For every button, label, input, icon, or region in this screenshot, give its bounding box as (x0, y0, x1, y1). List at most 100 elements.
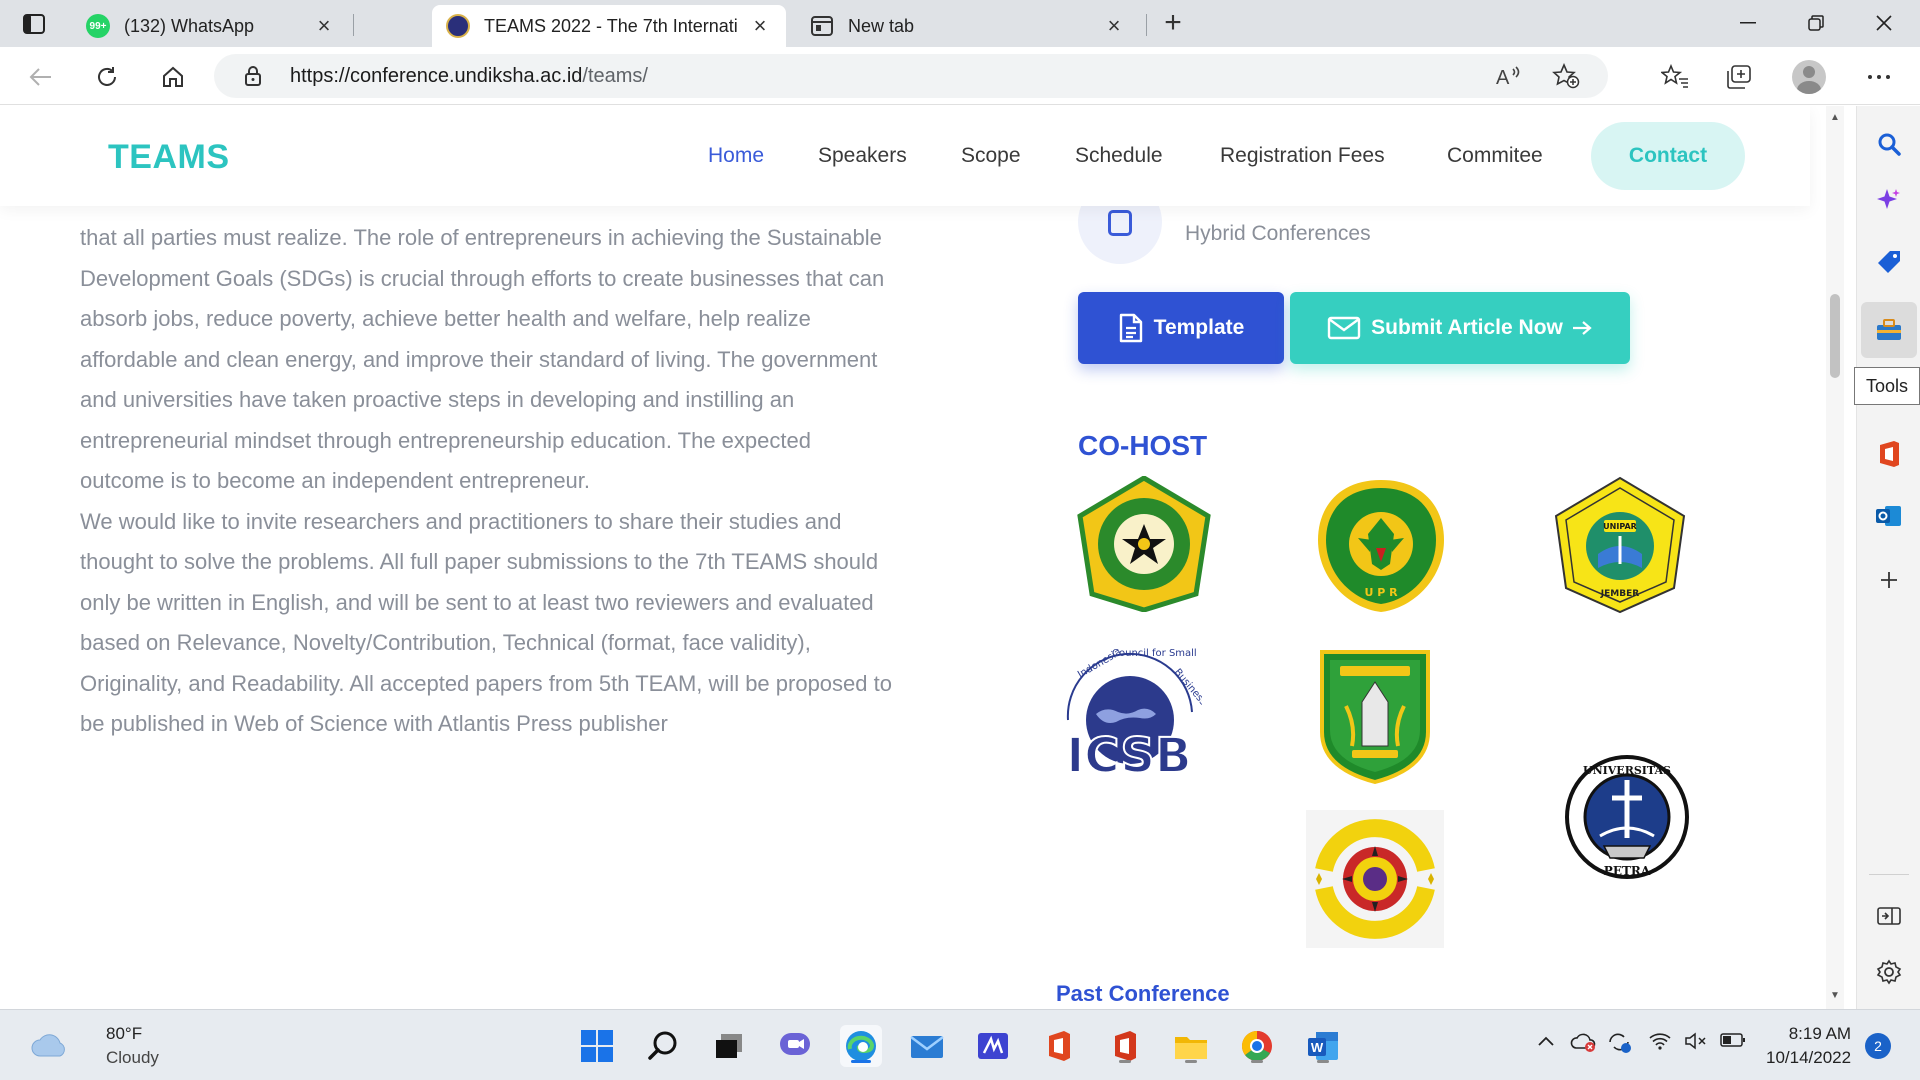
tab-teams[interactable]: TEAMS 2022 - The 7th International × (432, 5, 786, 47)
add-icon[interactable] (1871, 562, 1907, 598)
lock-icon[interactable] (244, 65, 262, 92)
new-tab-button[interactable]: + (1158, 8, 1188, 38)
chrome-icon[interactable] (1236, 1025, 1278, 1067)
onedrive-error-icon[interactable] (1570, 1030, 1598, 1059)
address-toolbar: https://conference.undiksha.ac.id/teams/… (0, 47, 1920, 105)
tab-title: TEAMS 2022 - The 7th International (484, 15, 738, 36)
past-conference-title: Past Conference (1056, 981, 1230, 1006)
running-indicator (1185, 1060, 1197, 1063)
svg-text:Business: Business (1172, 667, 1202, 708)
svg-text:UNIVERSITAS: UNIVERSITAS (1583, 764, 1671, 777)
add-favorite-icon[interactable] (1552, 62, 1580, 94)
running-indicator (1119, 1060, 1131, 1063)
undiksha-icon (446, 14, 470, 38)
url-bar[interactable]: https://conference.undiksha.ac.id/teams/… (214, 54, 1608, 98)
scrollbar-thumb[interactable] (1830, 294, 1840, 378)
template-label: Template (1153, 316, 1245, 339)
taskbar-search-icon[interactable] (642, 1025, 684, 1067)
home-icon[interactable] (156, 60, 190, 94)
mail-app-icon[interactable] (906, 1025, 948, 1067)
restore-icon[interactable] (1796, 8, 1836, 38)
svg-text:PETRA: PETRA (1604, 864, 1651, 878)
minimize-icon[interactable] (1728, 8, 1768, 38)
office-icon[interactable] (1871, 436, 1907, 472)
nav-home[interactable]: Home (708, 144, 764, 168)
tools-icon[interactable] (1871, 312, 1907, 348)
svg-text:Council for Small: Council for Small (1112, 648, 1197, 659)
sync-icon[interactable] (1606, 1030, 1632, 1059)
profile-avatar[interactable] (1792, 60, 1826, 94)
universitas-palangka-raya-logo: U P R (1314, 478, 1448, 614)
more-options-icon[interactable] (1862, 60, 1896, 94)
nav-registration-fees[interactable]: Registration Fees (1220, 144, 1385, 168)
feature-label: Hybrid Conferences (1185, 222, 1371, 245)
edge-icon[interactable] (840, 1025, 882, 1067)
tab-title: New tab (848, 15, 915, 36)
universitas-kristen-petra-logo: UNIVERSITAS PETRA (1564, 754, 1690, 880)
start-icon[interactable] (576, 1025, 618, 1067)
collections-icon[interactable] (1722, 60, 1756, 94)
universitas-nusa-cendana-logo (1076, 475, 1212, 613)
nav-scope[interactable]: Scope (961, 144, 1021, 168)
submit-label: Submit Article Now (1371, 316, 1563, 339)
intro-text: that all parties must realize. The role … (80, 218, 900, 745)
nav-schedule[interactable]: Schedule (1075, 144, 1163, 168)
nav-speakers[interactable]: Speakers (818, 144, 907, 168)
favorites-icon[interactable] (1658, 60, 1692, 94)
document-icon (1119, 313, 1142, 343)
universitas-pgri-argopuro-logo: UNIPAR JEMBER (1552, 476, 1688, 614)
intro-paragraph-1: that all parties must realize. The role … (80, 225, 885, 493)
teams-chat-icon[interactable] (774, 1025, 816, 1067)
read-aloud-icon[interactable]: A (1496, 64, 1522, 94)
scroll-up-icon[interactable]: ▲ (1830, 112, 1840, 123)
tab-title: (132) WhatsApp (124, 15, 255, 36)
mail-icon (1327, 316, 1361, 340)
notification-badge[interactable]: 2 (1865, 1033, 1891, 1059)
search-icon[interactable] (1871, 126, 1907, 162)
discover-icon[interactable] (1871, 182, 1907, 218)
volume-muted-icon[interactable] (1684, 1032, 1708, 1055)
arrow-right-icon (1572, 321, 1592, 335)
battery-icon[interactable] (1720, 1032, 1746, 1053)
taskbar-clock[interactable]: 8:19 AM 10/14/2022 (1766, 1022, 1851, 1070)
task-view-icon[interactable] (708, 1025, 750, 1067)
office-app-icon[interactable] (1038, 1025, 1080, 1067)
site-logo[interactable]: TEAMS (108, 138, 230, 177)
weather-widget[interactable]: 80°F Cloudy (30, 1022, 159, 1070)
file-explorer-icon[interactable] (1170, 1025, 1212, 1067)
nav-commitee[interactable]: Commitee (1447, 144, 1543, 168)
page-scrollbar[interactable]: ▲ ▼ (1826, 106, 1844, 1009)
whatsapp-icon: 99+ (86, 14, 110, 38)
template-button[interactable]: Template (1078, 292, 1284, 364)
tray-expand-icon[interactable] (1536, 1032, 1556, 1053)
clock-date: 10/14/2022 (1766, 1048, 1852, 1067)
refresh-icon[interactable] (90, 60, 124, 94)
tab-new[interactable]: New tab × (796, 5, 1140, 47)
hide-sidebar-icon[interactable] (1871, 898, 1907, 934)
outlook-icon[interactable] (1871, 498, 1907, 534)
window-close-icon[interactable] (1864, 8, 1904, 38)
office-app-2-icon[interactable] (1104, 1025, 1146, 1067)
close-icon[interactable]: × (312, 13, 336, 38)
newtab-icon (810, 14, 834, 38)
submit-article-button[interactable]: Submit Article Now (1290, 292, 1630, 364)
whiteboard-icon[interactable] (972, 1025, 1014, 1067)
close-icon[interactable]: × (748, 13, 772, 38)
contact-button[interactable]: Contact (1591, 122, 1745, 190)
word-icon[interactable]: W (1302, 1025, 1344, 1067)
sidebar-divider (1869, 874, 1909, 875)
settings-gear-icon[interactable] (1871, 954, 1907, 990)
close-icon[interactable]: × (1102, 13, 1126, 38)
cloud-icon (31, 1034, 65, 1057)
tab-actions-button[interactable] (20, 11, 48, 37)
url-text[interactable]: https://conference.undiksha.ac.id/teams/ (290, 65, 648, 88)
wifi-icon[interactable] (1648, 1032, 1672, 1055)
svg-text:UNIPAR: UNIPAR (1603, 522, 1637, 531)
svg-text:JEMBER: JEMBER (1600, 589, 1639, 599)
shopping-tag-icon[interactable] (1871, 244, 1907, 280)
tab-whatsapp[interactable]: 99+ (132) WhatsApp × (72, 5, 350, 47)
weather-condition: Cloudy (106, 1048, 159, 1067)
edge-sidebar (1856, 106, 1920, 1009)
back-arrow-icon[interactable] (24, 60, 58, 94)
scroll-down-icon[interactable]: ▼ (1830, 990, 1840, 1001)
